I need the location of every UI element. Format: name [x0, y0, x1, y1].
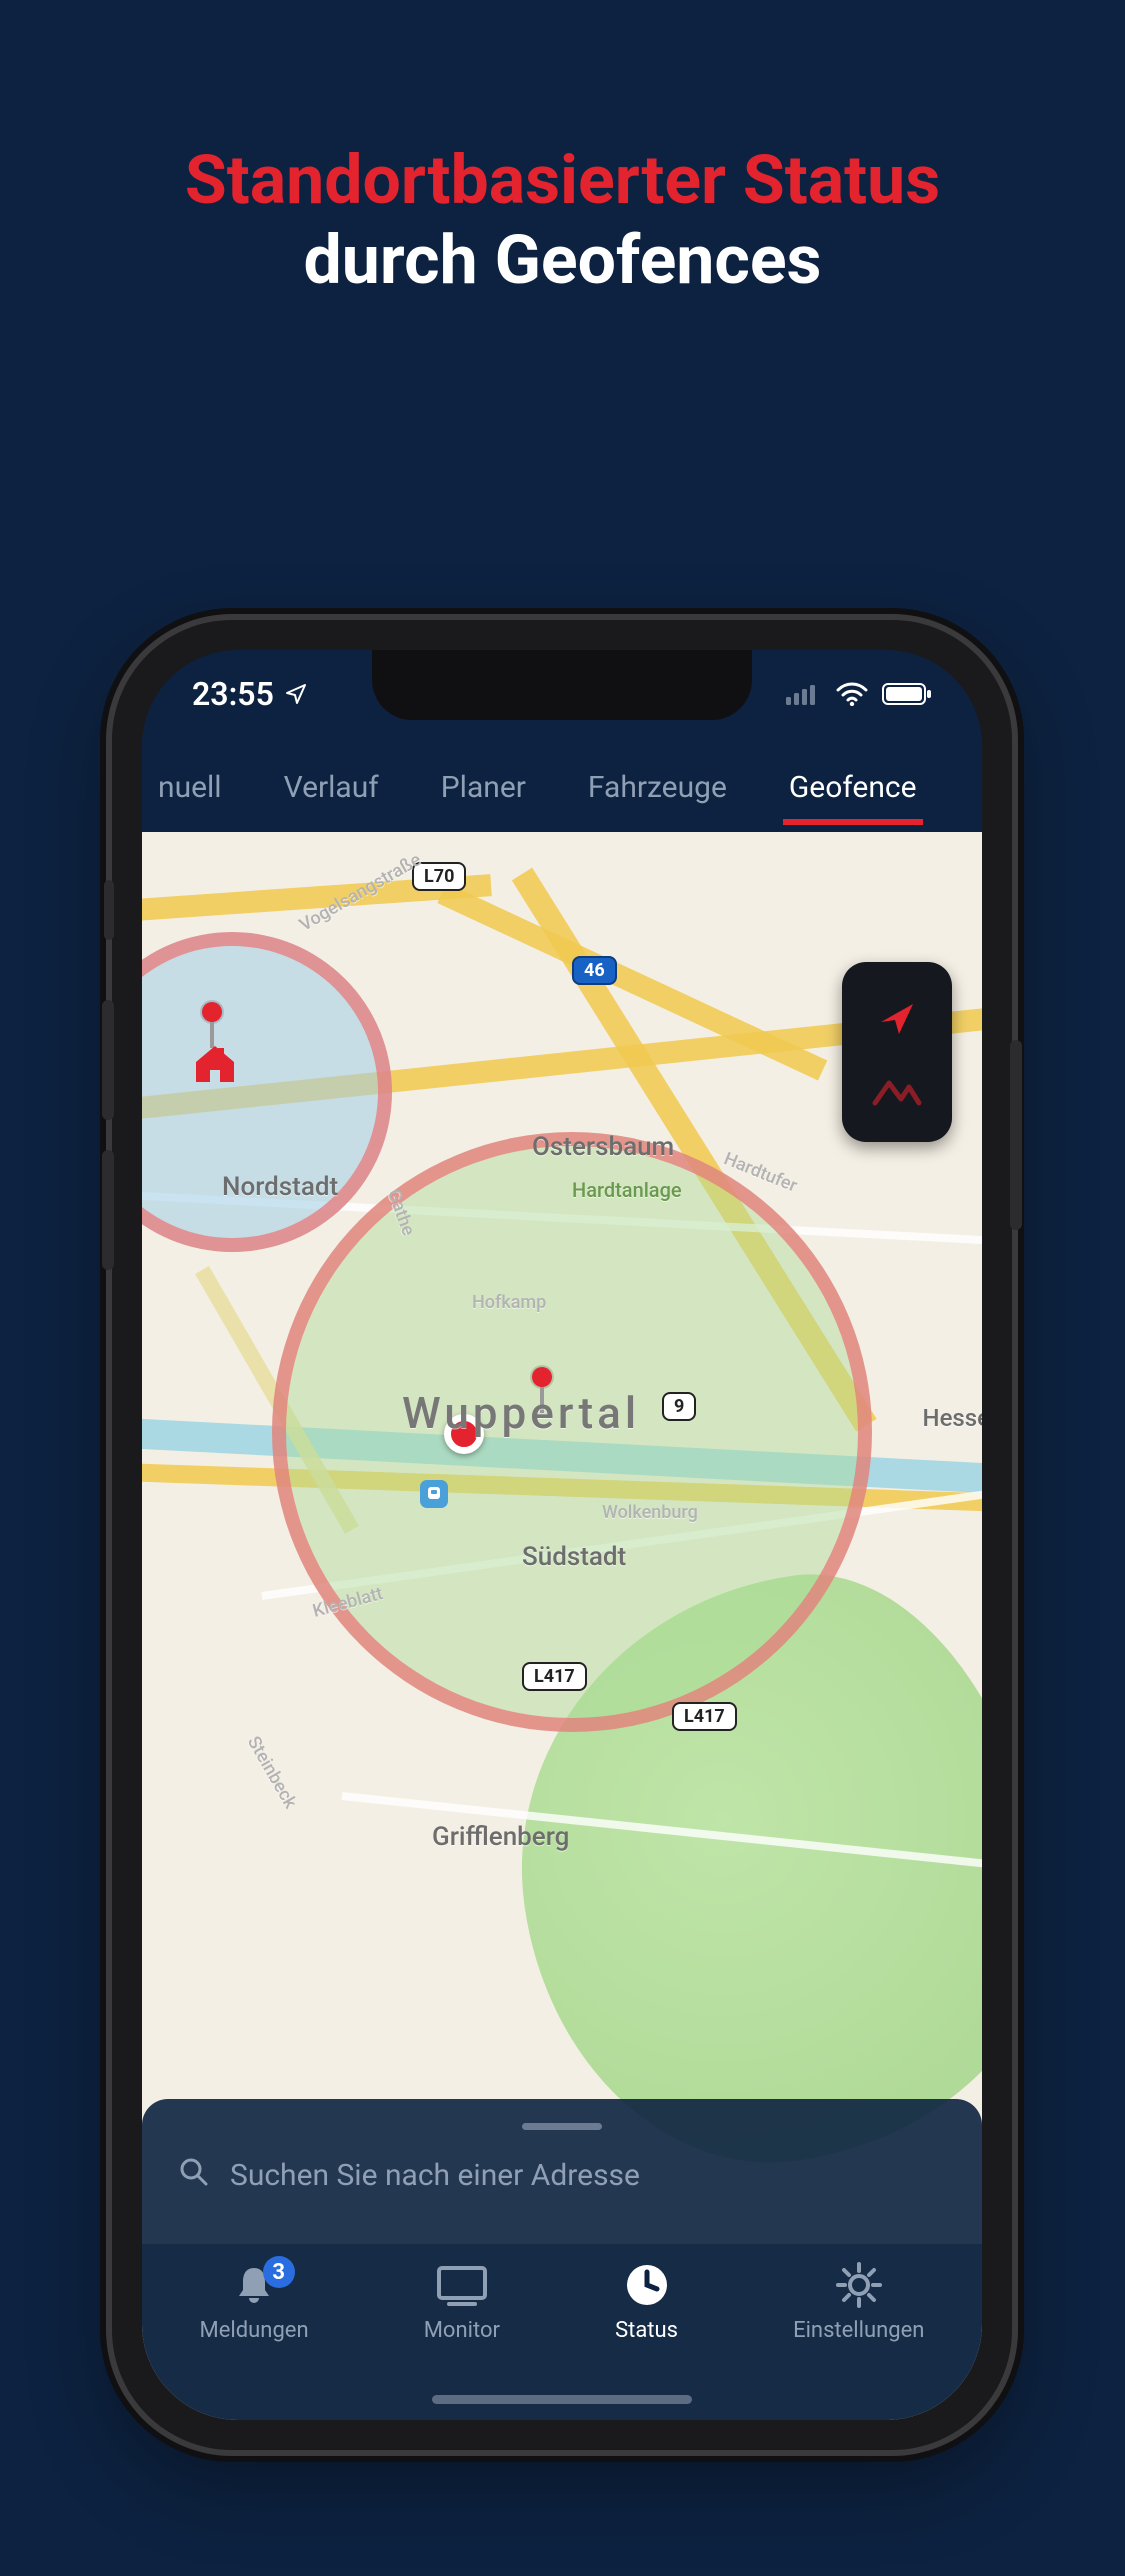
- promo-line2: durch Geofences: [0, 220, 1125, 300]
- map-street-label: Steinbeck: [243, 1733, 301, 1813]
- location-services-icon: [284, 682, 308, 706]
- sheet-grabber[interactable]: [522, 2123, 602, 2130]
- volume-up-button: [102, 1000, 114, 1120]
- map-park-label: Hardtanlage: [572, 1178, 682, 1202]
- address-search-field[interactable]: Suchen Sie nach einer Adresse: [178, 2156, 946, 2194]
- phone-frame: 23:55: [112, 620, 1012, 2450]
- tab-meldungen[interactable]: 3 Meldungen: [200, 2262, 309, 2343]
- top-tab-bar[interactable]: nuell Verlauf Planer Fahrzeuge Geofence: [142, 738, 982, 837]
- tab-label: Fahrzeuge: [588, 770, 727, 805]
- tab-fahrzeuge[interactable]: Fahrzeuge: [582, 760, 733, 819]
- map-district-label: Hesse: [923, 1404, 982, 1432]
- tab-label: Monitor: [424, 2318, 500, 2343]
- map-street-label: Hofkamp: [472, 1292, 546, 1313]
- tab-label: Meldungen: [200, 2318, 309, 2343]
- map-district-label: Grifflenberg: [432, 1822, 569, 1852]
- tab-label: nuell: [158, 770, 222, 805]
- address-search-sheet[interactable]: Suchen Sie nach einer Adresse: [142, 2099, 982, 2244]
- tab-status[interactable]: Status: [615, 2262, 678, 2343]
- wifi-icon: [836, 682, 868, 706]
- road-shield-b9: 9: [662, 1392, 696, 1421]
- bottom-tab-bar: 3 Meldungen Monitor Status: [142, 2244, 982, 2420]
- road-shield-a46: 46: [572, 956, 617, 985]
- tab-verlauf[interactable]: Verlauf: [278, 760, 385, 819]
- map-district-label: Südstadt: [522, 1542, 626, 1572]
- notch: [372, 650, 752, 720]
- cellular-signal-icon: [786, 683, 822, 705]
- promo-title: Standortbasierter Status durch Geofences: [0, 140, 1125, 300]
- monitor-icon: [435, 2262, 489, 2308]
- tab-einstellungen[interactable]: Einstellungen: [793, 2262, 924, 2343]
- map-district-label: Ostersbaum: [532, 1132, 674, 1162]
- notification-badge: 3: [263, 2256, 295, 2288]
- map-city-label: Wuppertal: [402, 1387, 640, 1439]
- search-icon: [178, 2156, 208, 2194]
- locate-arrow-icon: [873, 994, 921, 1046]
- tab-label: Planer: [441, 770, 526, 805]
- promo-line1: Standortbasierter Status: [0, 140, 1125, 220]
- road-shield-l417: L417: [522, 1662, 587, 1691]
- home-indicator[interactable]: [432, 2395, 692, 2404]
- home-icon: [192, 1042, 238, 1088]
- compass-mountains-icon: [871, 1073, 923, 1111]
- road-shield-l417: L417: [672, 1702, 737, 1731]
- tab-geofence[interactable]: Geofence: [783, 760, 923, 819]
- tab-label: Geofence: [789, 770, 917, 805]
- tab-monitor[interactable]: Monitor: [424, 2262, 500, 2343]
- tab-label: Einstellungen: [793, 2318, 924, 2343]
- tab-planer[interactable]: Planer: [435, 760, 532, 819]
- mute-switch: [104, 880, 114, 940]
- power-button: [1010, 1040, 1022, 1230]
- tab-label: Verlauf: [284, 770, 379, 805]
- map-district-label: Nordstadt: [222, 1172, 338, 1202]
- map-street-label: Wolkenburg: [602, 1502, 698, 1523]
- tab-label: Status: [615, 2318, 678, 2343]
- battery-icon: [882, 682, 932, 706]
- map-locate-compass-control[interactable]: [842, 962, 952, 1142]
- clock: 23:55: [192, 675, 274, 713]
- search-placeholder: Suchen Sie nach einer Adresse: [230, 2158, 640, 2193]
- tab-manuell[interactable]: nuell: [152, 760, 228, 819]
- transit-station-icon: [420, 1480, 448, 1508]
- phone-screen: 23:55: [142, 650, 982, 2420]
- volume-down-button: [102, 1150, 114, 1270]
- gear-icon: [832, 2262, 886, 2308]
- clock-icon: [620, 2262, 674, 2308]
- map-view[interactable]: L70 46 9 L417 L417 Wuppertal Nordstadt O…: [142, 832, 982, 2420]
